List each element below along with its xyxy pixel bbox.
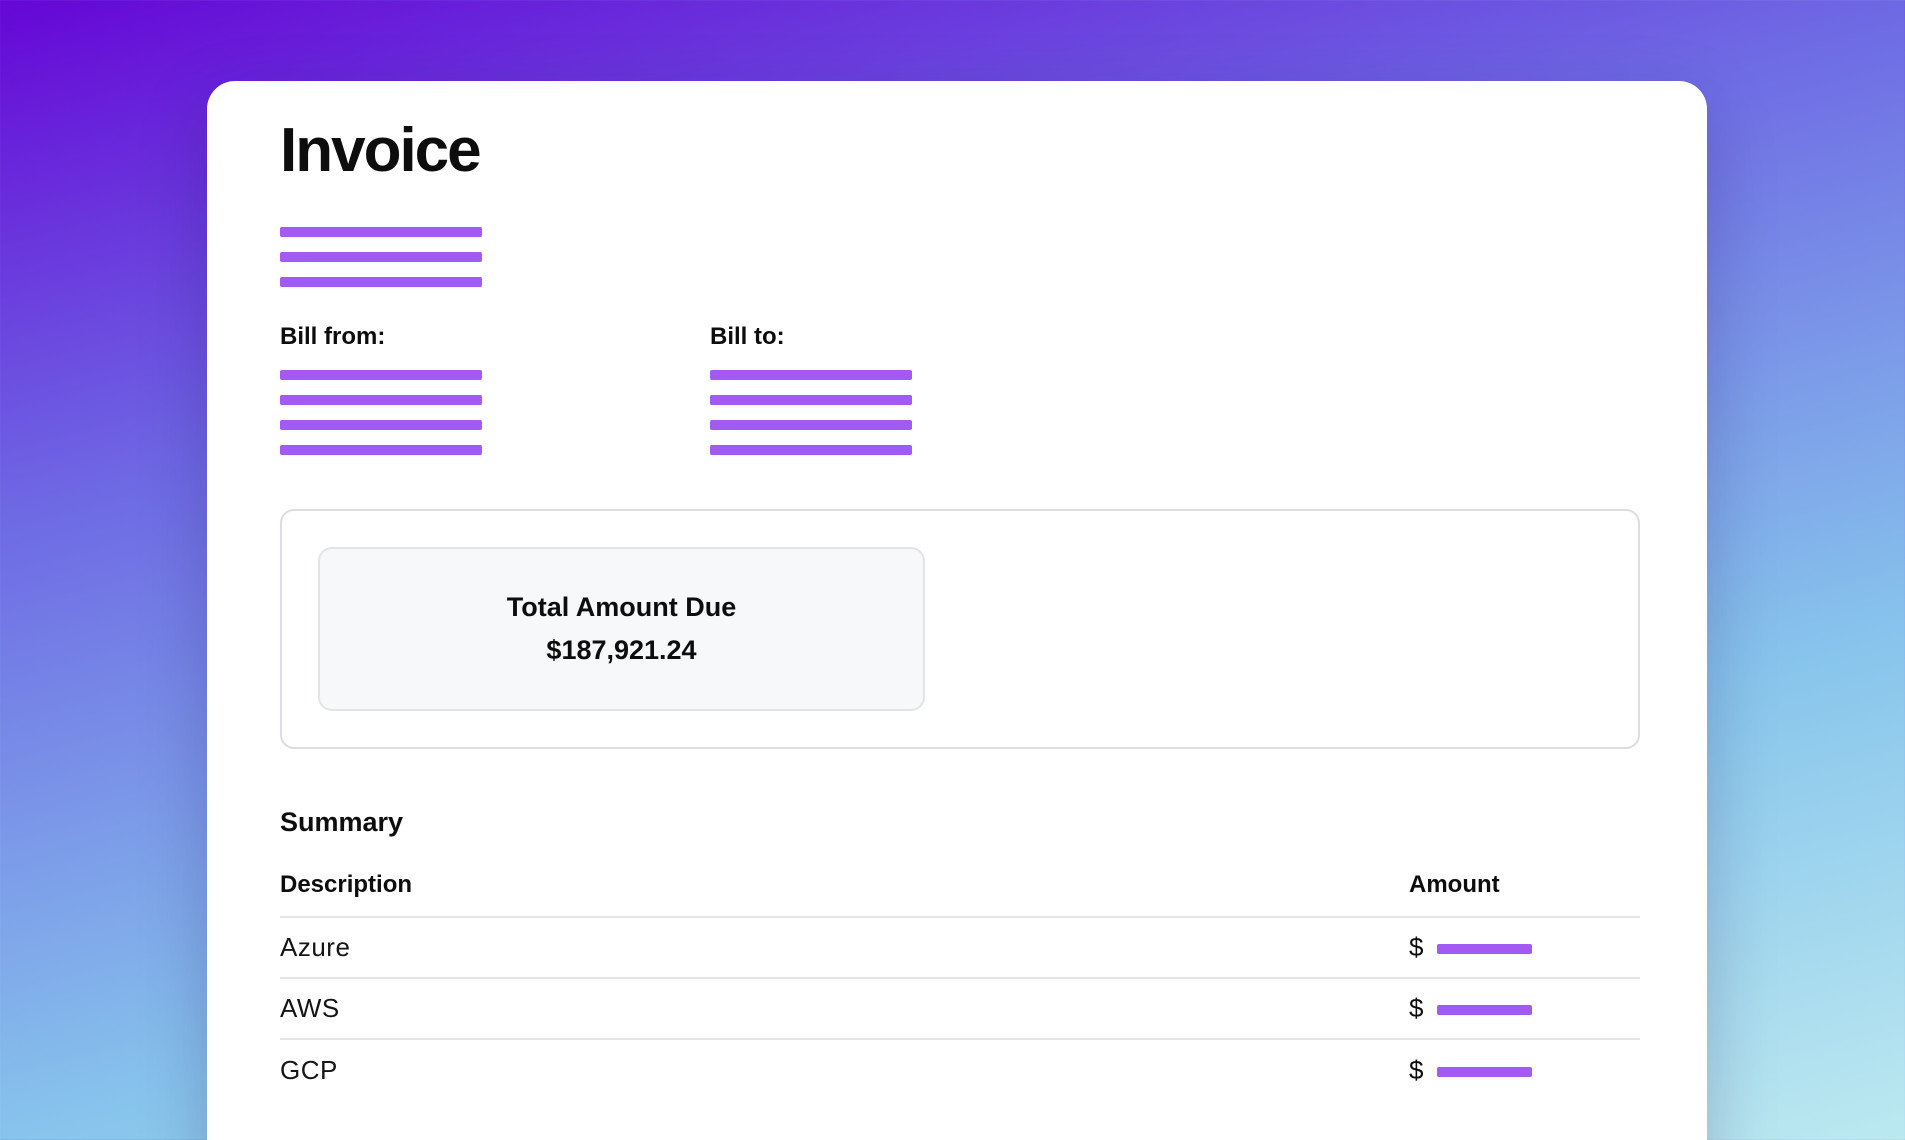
table-row: AWS $ <box>280 979 1640 1040</box>
bill-to-placeholder <box>710 370 1140 455</box>
row-description: GCP <box>280 1055 1409 1086</box>
redacted-text-bar <box>280 420 482 430</box>
redacted-text-bar <box>280 277 482 287</box>
row-description: AWS <box>280 993 1409 1024</box>
total-due-label: Total Amount Due <box>507 592 736 623</box>
total-due-panel: Total Amount Due $187,921.24 <box>318 547 925 711</box>
redacted-amount-bar <box>1437 1005 1532 1015</box>
redacted-text-bar <box>280 395 482 405</box>
bill-to-section: Bill to: <box>710 322 1140 470</box>
redacted-amount-bar <box>1437 1067 1532 1077</box>
redacted-text-bar <box>710 445 912 455</box>
invoice-card: Invoice Bill from: Bill to: Total Amount… <box>207 81 1707 1140</box>
redacted-text-bar <box>280 252 482 262</box>
row-description: Azure <box>280 932 1409 963</box>
redacted-amount-bar <box>1437 944 1532 954</box>
redacted-text-bar <box>710 395 912 405</box>
currency-symbol: $ <box>1409 993 1423 1024</box>
invoice-meta-placeholder <box>280 227 1640 287</box>
redacted-text-bar <box>280 227 482 237</box>
redacted-text-bar <box>710 370 912 380</box>
table-row: Azure $ <box>280 918 1640 979</box>
row-amount-cell: $ <box>1409 993 1640 1024</box>
summary-heading: Summary <box>280 806 1640 838</box>
row-amount-cell: $ <box>1409 932 1640 963</box>
redacted-text-bar <box>280 370 482 380</box>
summary-table: Description Amount Azure $ AWS $ GCP $ <box>280 870 1640 1101</box>
summary-table-header: Description Amount <box>280 870 1640 918</box>
total-due-container: Total Amount Due $187,921.24 <box>280 509 1640 749</box>
invoice-title: Invoice <box>280 117 1640 185</box>
table-row: GCP $ <box>280 1040 1640 1101</box>
bill-from-label: Bill from: <box>280 322 710 351</box>
column-header-amount: Amount <box>1409 870 1640 899</box>
currency-symbol: $ <box>1409 1055 1423 1086</box>
redacted-text-bar <box>710 420 912 430</box>
billing-section: Bill from: Bill to: <box>280 322 1640 470</box>
bill-to-label: Bill to: <box>710 322 1140 351</box>
column-header-description: Description <box>280 870 1409 899</box>
bill-from-placeholder <box>280 370 710 455</box>
redacted-text-bar <box>280 445 482 455</box>
currency-symbol: $ <box>1409 932 1423 963</box>
total-due-amount: $187,921.24 <box>546 635 696 666</box>
bill-from-section: Bill from: <box>280 322 710 470</box>
row-amount-cell: $ <box>1409 1055 1640 1086</box>
